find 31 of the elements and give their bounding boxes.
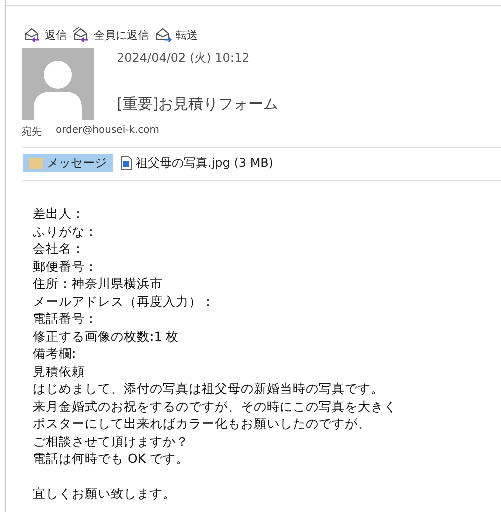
- reply-button[interactable]: 返信: [24, 25, 67, 45]
- body-text-line: ふりがな：: [33, 222, 99, 240]
- body-text-line: 電話は何時でも OK です。: [33, 450, 190, 468]
- body-text-line: 住所：神奈川県横浜市: [33, 275, 164, 292]
- envelope-reply-icon: [73, 27, 91, 43]
- body-text-line: ポスターにして出来ればカラー化もお願いしたのですが、: [33, 415, 372, 432]
- body-text-line: 宜しくお願い致します。: [33, 485, 177, 502]
- reply-all-button[interactable]: 全員に返信: [73, 25, 149, 45]
- envelope-forward-icon: [155, 27, 173, 43]
- message-date: 2024/04/02 (火) 10:12: [117, 50, 251, 67]
- avatar-silhouette: [22, 48, 94, 120]
- recipient-label: 宛先: [22, 126, 42, 139]
- body-text-line: 電話番号：: [33, 310, 99, 328]
- body-text-line: 備考欄:: [33, 345, 78, 362]
- body-text-line: 差出人：: [33, 205, 86, 222]
- body-text-line: ご相談させて頂けますか？: [33, 432, 190, 450]
- body-text-line: 見積依頼: [33, 362, 86, 380]
- recipient-address: order@housei-k.com: [56, 125, 160, 138]
- body-text-line: はじめまして、添付の写真は祖父母の新婚当時の写真です。: [33, 380, 385, 398]
- body-text-line: 郵便番号：: [33, 258, 99, 275]
- body-text-line: 会社名：: [33, 240, 86, 258]
- body-text-line: 来月金婚式のお祝をするのですが、その時にこの写真を大きく: [33, 398, 398, 415]
- body-text-line: 修正する画像の枚数:1 枚: [33, 328, 180, 345]
- forward-button[interactable]: 転送: [155, 25, 198, 45]
- body-text-line: メールアドレス（再度入力）：: [33, 292, 216, 310]
- envelope-reply-icon: [24, 27, 42, 43]
- attachment-item[interactable]: 祖父母の写真.jpg (3 MB): [117, 154, 278, 172]
- image-file-icon: [121, 156, 132, 170]
- folder-icon: [29, 158, 43, 168]
- message-subject: [重要]お見積りフォーム: [117, 95, 279, 114]
- message-tab[interactable]: メッセージ: [23, 154, 113, 172]
